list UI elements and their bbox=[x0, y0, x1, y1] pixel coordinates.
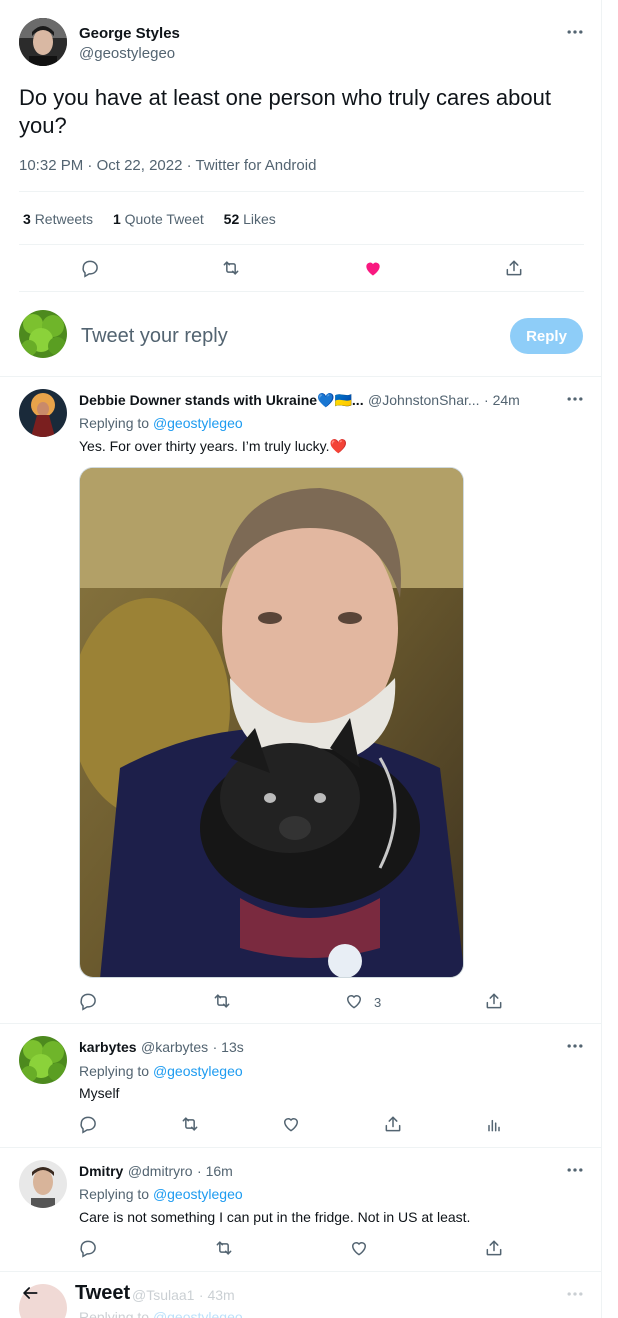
likes-stat[interactable]: 52 Likes bbox=[224, 211, 276, 227]
author-avatar[interactable] bbox=[19, 18, 67, 66]
reply-time[interactable]: · 43m bbox=[199, 1287, 235, 1303]
divider bbox=[0, 1147, 602, 1148]
tweet-time[interactable]: 10:32 PM bbox=[19, 157, 83, 174]
replying-handle[interactable]: @geostylegeo bbox=[153, 1063, 243, 1079]
divider bbox=[19, 244, 584, 245]
reply-text: Myself bbox=[79, 1085, 120, 1101]
tweet-detail-column: George Styles @geostylegeo Do you have a… bbox=[0, 0, 602, 1318]
reply-text: Care is not something I can put in the f… bbox=[79, 1209, 471, 1225]
arrow-left-icon[interactable] bbox=[18, 1281, 42, 1305]
reply-author-handle[interactable]: @karbytes bbox=[141, 1039, 208, 1055]
reply-avatar[interactable] bbox=[19, 389, 67, 437]
reply-author-handle[interactable]: @JohnstonShar... bbox=[368, 392, 480, 408]
reply-author-handle[interactable]: @Tsulaa1 bbox=[132, 1287, 194, 1303]
replying-label: Replying to bbox=[79, 415, 150, 431]
quotes-count: 1 bbox=[112, 211, 121, 227]
replying-label: Replying to bbox=[79, 1186, 150, 1202]
more-options-icon[interactable] bbox=[565, 1036, 585, 1056]
reply-avatar[interactable] bbox=[19, 1036, 67, 1084]
divider bbox=[0, 1023, 602, 1024]
retweets-label: Retweets bbox=[34, 211, 94, 227]
reply-header: Debbie Downer stands with Ukraine💙🇺🇦... … bbox=[79, 392, 520, 410]
more-options-icon[interactable] bbox=[565, 22, 585, 42]
reply-icon[interactable] bbox=[77, 1113, 99, 1135]
reply-text: Yes. For over thirty years. I’m truly lu… bbox=[79, 438, 347, 455]
like-icon[interactable] bbox=[348, 1237, 370, 1259]
divider bbox=[19, 291, 584, 292]
stats-row: 3 Retweets 1 Quote Tweet 52 Likes bbox=[23, 211, 276, 227]
replying-to: Replying to @geostylegeo bbox=[79, 1186, 243, 1202]
reply-author-name[interactable]: Debbie Downer stands with Ukraine💙🇺🇦... bbox=[79, 392, 364, 408]
replying-to-faded: Replying to @geostylegeo bbox=[79, 1309, 243, 1318]
reply-input[interactable]: Tweet your reply bbox=[81, 325, 481, 348]
divider bbox=[0, 376, 602, 377]
share-icon[interactable] bbox=[382, 1113, 404, 1135]
tweet-source[interactable]: Twitter for Android bbox=[196, 157, 317, 174]
reply-avatar[interactable] bbox=[19, 1160, 67, 1208]
more-options-icon[interactable] bbox=[565, 1160, 585, 1180]
likes-count: 52 bbox=[223, 211, 240, 227]
divider bbox=[0, 1271, 602, 1272]
header-title: Tweet bbox=[75, 1282, 131, 1304]
retweets-count: 3 bbox=[23, 211, 31, 227]
replying-to: Replying to @geostylegeo bbox=[79, 415, 243, 431]
red-heart-emoji: ❤️ bbox=[329, 438, 347, 454]
more-options-icon[interactable] bbox=[565, 1284, 585, 1304]
retweet-icon[interactable] bbox=[211, 990, 233, 1012]
retweet-icon[interactable] bbox=[179, 1113, 201, 1135]
reply-time[interactable]: · 16m bbox=[197, 1163, 233, 1179]
reply-icon[interactable] bbox=[79, 257, 101, 279]
divider bbox=[19, 191, 584, 192]
reply-icon[interactable] bbox=[77, 1237, 99, 1259]
replying-label: Replying to bbox=[79, 1309, 150, 1318]
reply-time[interactable]: · 13s bbox=[213, 1039, 244, 1055]
author-handle[interactable]: @geostylegeo bbox=[79, 45, 175, 62]
reply-author-name[interactable]: karbytes bbox=[79, 1039, 137, 1055]
reply-header: karbytes @karbytes · 13s bbox=[79, 1039, 244, 1057]
retweets-stat[interactable]: 3 Retweets bbox=[23, 211, 97, 227]
share-icon[interactable] bbox=[503, 257, 525, 279]
separator: · bbox=[87, 157, 93, 174]
retweet-icon[interactable] bbox=[220, 257, 242, 279]
reply-author-name[interactable]: Dmitry bbox=[79, 1163, 123, 1179]
like-count: 3 bbox=[374, 995, 382, 1010]
reply-photo[interactable] bbox=[79, 467, 464, 978]
tweet-timestamp-row: 10:32 PM · Oct 22, 2022 · Twitter for An… bbox=[19, 157, 316, 174]
analytics-icon[interactable] bbox=[483, 1113, 505, 1135]
reply-header-faded: @Tsulaa1 · 43m bbox=[132, 1287, 235, 1305]
reply-text-body: Yes. For over thirty years. I’m truly lu… bbox=[79, 438, 330, 454]
tweet-date[interactable]: Oct 22, 2022 bbox=[97, 157, 183, 174]
reply-icon[interactable] bbox=[77, 990, 99, 1012]
likes-label: Likes bbox=[243, 211, 276, 227]
replying-handle[interactable]: @geostylegeo bbox=[153, 1309, 243, 1318]
quotes-label: Quote Tweet bbox=[124, 211, 204, 227]
more-options-icon[interactable] bbox=[565, 389, 585, 409]
reply-author-handle[interactable]: @dmitryro bbox=[128, 1163, 193, 1179]
my-avatar[interactable] bbox=[19, 310, 67, 358]
reply-button[interactable]: Reply bbox=[510, 318, 583, 354]
share-icon[interactable] bbox=[483, 1237, 505, 1259]
replying-handle[interactable]: @geostylegeo bbox=[153, 1186, 243, 1202]
share-icon[interactable] bbox=[483, 990, 505, 1012]
replying-label: Replying to bbox=[79, 1063, 150, 1079]
like-icon[interactable] bbox=[343, 990, 365, 1012]
replying-handle[interactable]: @geostylegeo bbox=[153, 415, 243, 431]
reply-header: Dmitry @dmitryro · 16m bbox=[79, 1163, 233, 1181]
reply-time[interactable]: · 24m bbox=[484, 392, 520, 408]
replying-to: Replying to @geostylegeo bbox=[79, 1063, 243, 1079]
like-icon-active[interactable] bbox=[362, 257, 384, 279]
separator: · bbox=[186, 157, 192, 174]
reply-button-label: Reply bbox=[526, 327, 567, 345]
tweet-text: Do you have at least one person who trul… bbox=[19, 85, 551, 138]
author-name[interactable]: George Styles bbox=[79, 25, 180, 42]
like-icon[interactable] bbox=[280, 1113, 302, 1135]
quote-tweets-stat[interactable]: 1 Quote Tweet bbox=[113, 211, 208, 227]
retweet-icon[interactable] bbox=[213, 1237, 235, 1259]
